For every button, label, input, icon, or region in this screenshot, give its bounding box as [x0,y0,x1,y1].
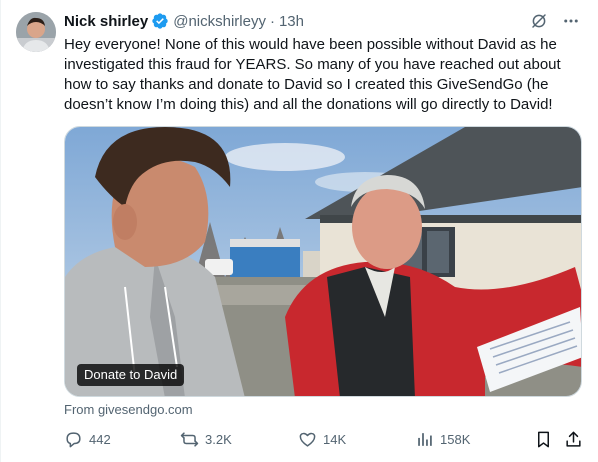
reply-icon [64,430,83,449]
like-icon [298,430,317,449]
bookmark-button[interactable] [534,428,553,450]
views-count: 158K [440,431,471,447]
repost-icon [180,430,199,449]
views-icon [415,430,434,449]
timestamp[interactable]: 13h [279,13,304,30]
action-bar: 442 3.2K 14K 158K [64,428,584,450]
reply-count: 442 [89,431,111,447]
share-button[interactable] [564,428,583,450]
repost-count: 3.2K [205,431,232,447]
display-name[interactable]: Nick shirley [64,13,148,30]
separator: · [269,12,275,30]
verified-icon [151,12,169,30]
top-actions [530,12,580,30]
more-icon[interactable] [562,12,580,30]
like-count: 14K [323,431,347,447]
reply-button[interactable]: 442 [64,428,111,450]
handle[interactable]: @nickshirleyy [173,13,266,30]
bookmark-icon [534,430,553,449]
grok-icon[interactable] [530,12,548,30]
share-icon [564,430,583,449]
repost-button[interactable]: 3.2K [180,428,232,450]
media-card[interactable]: Donate to David [64,126,582,397]
tweet[interactable]: Nick shirley @nickshirleyy · 13h Hey eve… [0,0,598,462]
like-button[interactable]: 14K [298,428,346,450]
avatar[interactable] [16,12,56,52]
tweet-header: Nick shirley @nickshirleyy · 13h [64,11,304,31]
views-button[interactable]: 158K [415,428,470,450]
divider [0,0,1,462]
link-source[interactable]: From givesendgo.com [64,402,193,417]
tweet-text: Hey everyone! None of this would have be… [64,36,561,113]
media-label: Donate to David [77,364,185,386]
